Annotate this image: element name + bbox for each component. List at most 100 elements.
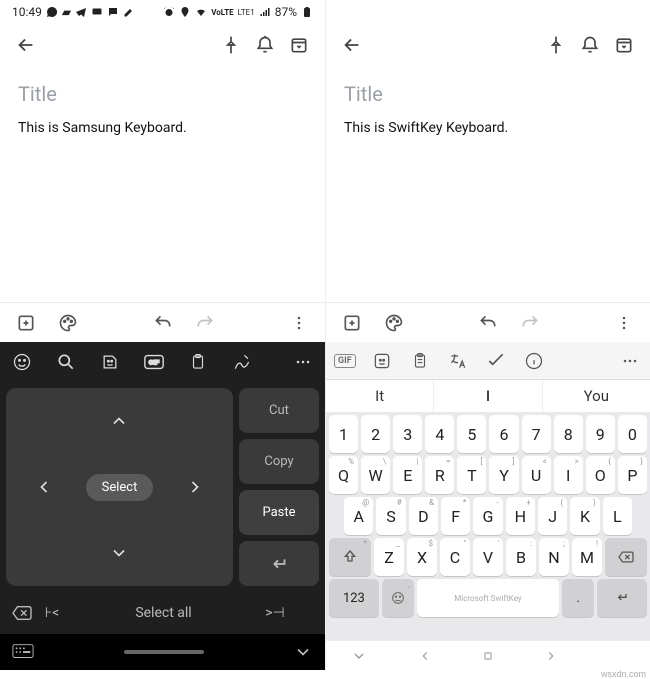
key-s[interactable]: S# bbox=[376, 497, 405, 535]
key-7[interactable]: 7 bbox=[522, 415, 551, 453]
undo-icon[interactable] bbox=[151, 311, 175, 335]
key-g[interactable]: G- bbox=[473, 497, 502, 535]
key-e[interactable]: E| bbox=[393, 456, 422, 494]
note-content[interactable]: Title This is SwiftKey Keyboard. bbox=[326, 68, 650, 302]
backspace-key[interactable] bbox=[605, 538, 647, 576]
title-field[interactable]: Title bbox=[18, 82, 307, 106]
title-field[interactable]: Title bbox=[344, 82, 632, 106]
key-n[interactable]: N; bbox=[539, 538, 569, 576]
more-icon[interactable] bbox=[612, 311, 636, 335]
enter-key[interactable] bbox=[597, 579, 647, 617]
more-horiz-icon[interactable] bbox=[618, 349, 642, 373]
add-box-icon[interactable] bbox=[14, 311, 38, 335]
key-h[interactable]: H+ bbox=[506, 497, 535, 535]
emoji-icon[interactable] bbox=[10, 350, 34, 374]
back-button[interactable] bbox=[14, 33, 38, 57]
clipboard-icon[interactable] bbox=[408, 349, 432, 373]
gif-icon[interactable]: GIF bbox=[142, 350, 166, 374]
gif-icon[interactable]: GIF bbox=[334, 354, 356, 368]
space-key[interactable]: Microsoft SwiftKey bbox=[417, 579, 559, 617]
note-body[interactable]: This is Samsung Keyboard. bbox=[18, 120, 307, 136]
key-p[interactable]: P} bbox=[618, 456, 647, 494]
tasks-icon[interactable] bbox=[484, 349, 508, 373]
paste-button[interactable]: Paste bbox=[239, 490, 319, 535]
cursor-right[interactable] bbox=[185, 477, 205, 497]
select-button[interactable]: Select bbox=[86, 474, 154, 501]
key-1[interactable]: 1 bbox=[329, 415, 358, 453]
pin-icon[interactable] bbox=[544, 33, 568, 57]
key-f[interactable]: F* bbox=[441, 497, 470, 535]
key-d[interactable]: D& bbox=[409, 497, 438, 535]
square-icon[interactable] bbox=[482, 650, 494, 662]
collapse-icon[interactable] bbox=[293, 642, 313, 662]
chevron-down-icon[interactable] bbox=[351, 648, 367, 664]
key-k[interactable]: K) bbox=[570, 497, 599, 535]
prediction-center[interactable]: I bbox=[434, 380, 542, 412]
prediction-left[interactable]: It bbox=[326, 380, 434, 412]
handwriting-icon[interactable] bbox=[230, 350, 254, 374]
jump-end-icon[interactable]: >⊣ bbox=[265, 605, 285, 621]
key-9[interactable]: 9 bbox=[586, 415, 615, 453]
key-j[interactable]: J( bbox=[538, 497, 567, 535]
select-all-button[interactable]: Select all bbox=[70, 605, 257, 621]
cursor-left[interactable] bbox=[34, 477, 54, 497]
key-z[interactable]: Z_ bbox=[374, 538, 404, 576]
cursor-up[interactable] bbox=[109, 411, 129, 431]
prediction-right[interactable]: You bbox=[543, 380, 650, 412]
note-content[interactable]: Title This is Samsung Keyboard. bbox=[0, 68, 325, 302]
key-o[interactable]: O{ bbox=[586, 456, 615, 494]
key-t[interactable]: T[ bbox=[457, 456, 486, 494]
key-3[interactable]: 3 bbox=[393, 415, 422, 453]
key-0[interactable]: 0 bbox=[618, 415, 647, 453]
search-icon[interactable] bbox=[54, 350, 78, 374]
key-5[interactable]: 5 bbox=[457, 415, 486, 453]
reminder-icon[interactable] bbox=[253, 33, 277, 57]
note-body[interactable]: This is SwiftKey Keyboard. bbox=[344, 120, 632, 136]
key-x[interactable]: X$ bbox=[407, 538, 437, 576]
key-w[interactable]: W\ bbox=[361, 456, 390, 494]
key-8[interactable]: 8 bbox=[554, 415, 583, 453]
key-u[interactable]: U< bbox=[522, 456, 551, 494]
cursor-left-icon[interactable] bbox=[418, 649, 432, 663]
reminder-icon[interactable] bbox=[578, 33, 602, 57]
jump-start-icon[interactable]: ⊦< bbox=[42, 605, 62, 621]
archive-icon[interactable] bbox=[287, 33, 311, 57]
key-l[interactable]: L bbox=[603, 497, 632, 535]
cut-button[interactable]: Cut bbox=[239, 388, 319, 433]
sticker-icon[interactable] bbox=[98, 350, 122, 374]
pin-icon[interactable] bbox=[219, 33, 243, 57]
key-b[interactable]: B: bbox=[506, 538, 536, 576]
clipboard-icon[interactable] bbox=[186, 350, 210, 374]
cursor-right-icon[interactable] bbox=[544, 649, 558, 663]
copy-button[interactable]: Copy bbox=[239, 439, 319, 484]
key-6[interactable]: 6 bbox=[489, 415, 518, 453]
key-4[interactable]: 4 bbox=[425, 415, 454, 453]
more-horiz-icon[interactable] bbox=[291, 350, 315, 374]
add-box-icon[interactable] bbox=[340, 311, 364, 335]
shift-key[interactable]: * bbox=[329, 538, 371, 576]
key-y[interactable]: Y] bbox=[489, 456, 518, 494]
key-2[interactable]: 2 bbox=[361, 415, 390, 453]
key-i[interactable]: I> bbox=[554, 456, 583, 494]
palette-icon[interactable] bbox=[382, 311, 406, 335]
undo-icon[interactable] bbox=[476, 311, 500, 335]
palette-icon[interactable] bbox=[56, 311, 80, 335]
sticker-icon[interactable] bbox=[370, 349, 394, 373]
key-c[interactable]: C" bbox=[440, 538, 470, 576]
nav-handle[interactable] bbox=[124, 650, 204, 654]
info-icon[interactable] bbox=[522, 349, 546, 373]
archive-icon[interactable] bbox=[612, 33, 636, 57]
key-a[interactable]: A@ bbox=[344, 497, 373, 535]
enter-button[interactable] bbox=[239, 541, 319, 586]
keyboard-switch-icon[interactable] bbox=[12, 643, 34, 661]
key-r[interactable]: R= bbox=[425, 456, 454, 494]
emoji-key[interactable]: , bbox=[382, 579, 414, 617]
period-key[interactable]: . bbox=[562, 579, 594, 617]
more-icon[interactable] bbox=[287, 311, 311, 335]
cursor-down[interactable] bbox=[109, 543, 129, 563]
symbols-key[interactable]: 123 bbox=[329, 579, 379, 617]
translate-icon[interactable] bbox=[446, 349, 470, 373]
back-button[interactable] bbox=[340, 33, 364, 57]
key-q[interactable]: Q% bbox=[329, 456, 358, 494]
backspace-icon[interactable] bbox=[10, 601, 34, 625]
